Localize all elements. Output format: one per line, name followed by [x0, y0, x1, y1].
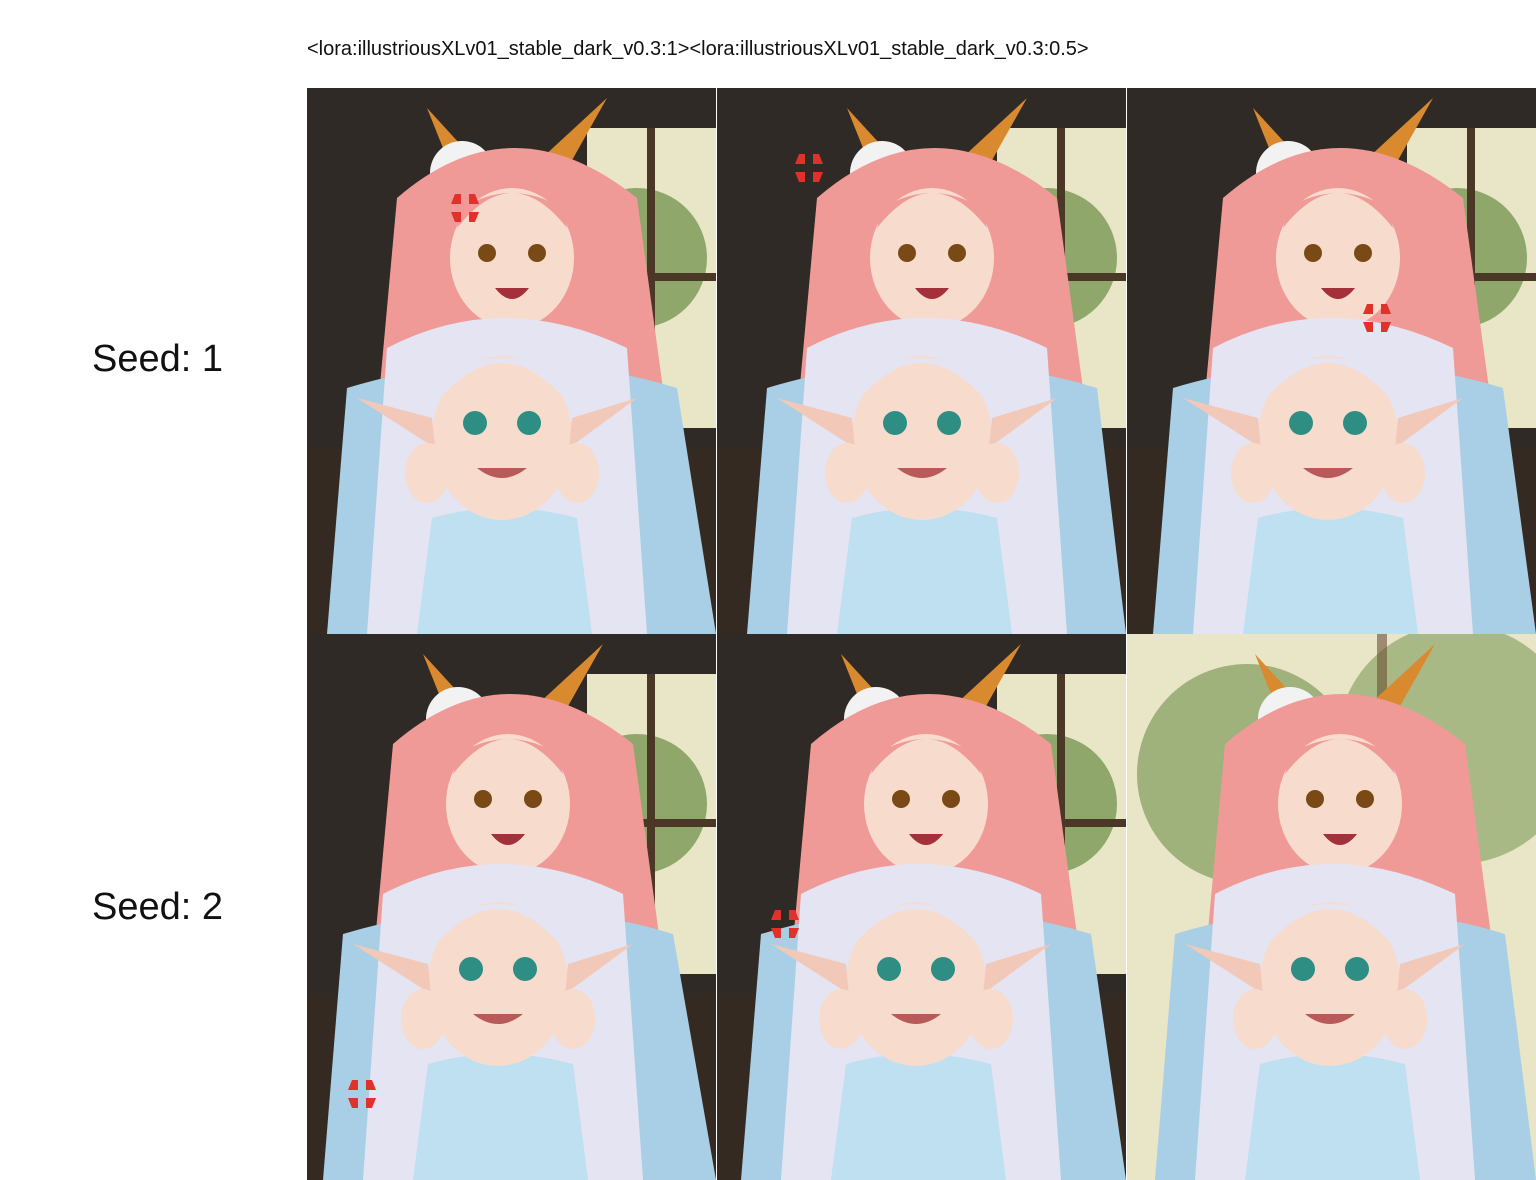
grid-image-r1-c1	[307, 88, 716, 634]
image-grid	[307, 88, 1536, 1180]
grid-image-r2-c1	[307, 634, 716, 1180]
grid-image-r1-c2	[717, 88, 1126, 634]
row-label-seed-1: Seed: 1	[92, 338, 223, 380]
grid-image-r2-c2	[717, 634, 1126, 1180]
grid-image-r2-c3	[1127, 634, 1536, 1180]
row-label-seed-2: Seed: 2	[92, 886, 223, 928]
grid-image-r1-c3	[1127, 88, 1536, 634]
column-header-label: <lora:illustriousXLv01_stable_dark_v0.3:…	[307, 38, 1089, 60]
